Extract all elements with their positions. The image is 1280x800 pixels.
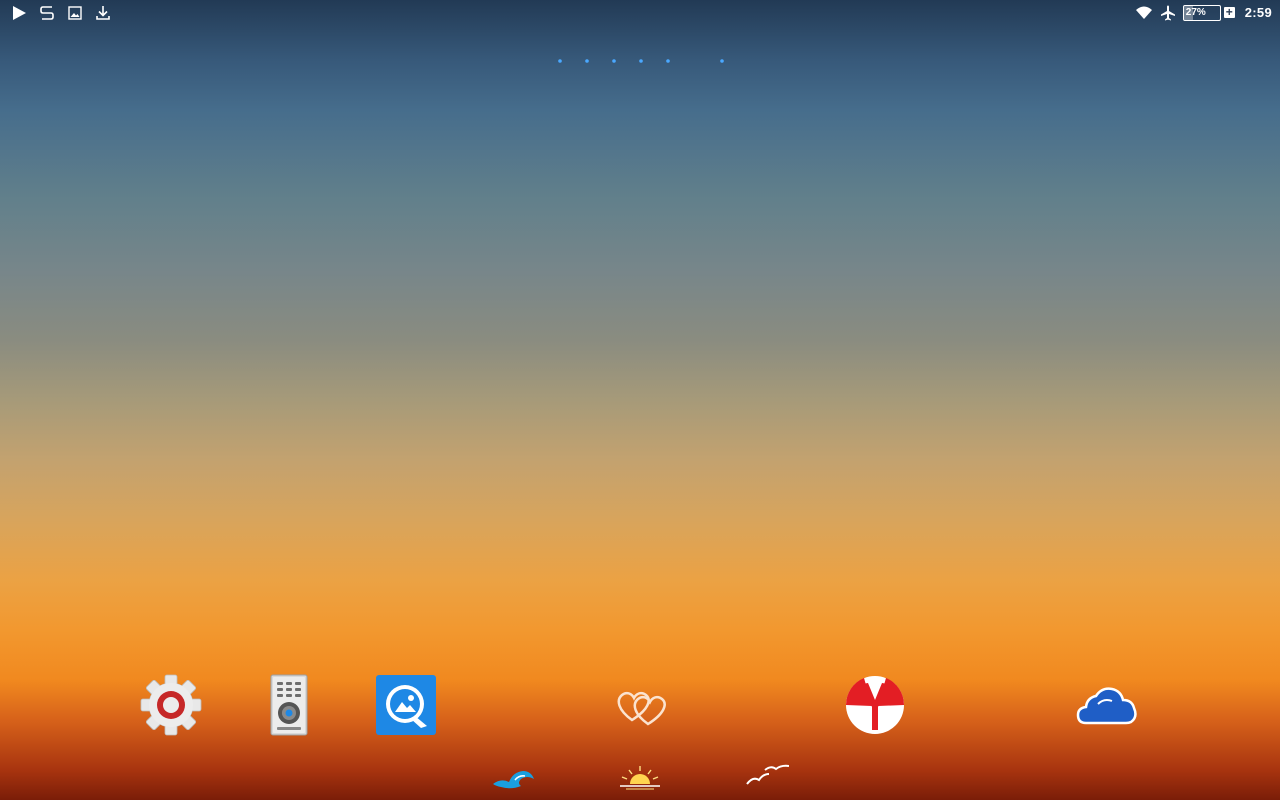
hearts-app-icon[interactable] bbox=[610, 674, 672, 736]
page-dot-7-star-icon[interactable] bbox=[718, 57, 726, 65]
charging-icon: + bbox=[1223, 5, 1235, 19]
download-icon[interactable] bbox=[94, 4, 112, 22]
battery-percent: 27% bbox=[1185, 7, 1206, 18]
status-bar: 27% + 2:59 bbox=[0, 0, 1280, 25]
s-app-icon[interactable] bbox=[38, 4, 56, 22]
page-dot-5-star-icon[interactable] bbox=[664, 57, 672, 65]
wifi-icon bbox=[1135, 4, 1153, 22]
page-dot-3-star-icon[interactable] bbox=[610, 57, 618, 65]
home-screen-apps bbox=[0, 0, 1280, 800]
clock: 2:59 bbox=[1244, 5, 1272, 20]
battery-icon: 27% bbox=[1182, 4, 1221, 21]
settings-app-icon[interactable] bbox=[140, 674, 202, 736]
notification-icons bbox=[0, 0, 112, 25]
quickpic-gallery-app-icon[interactable] bbox=[375, 674, 437, 736]
system-icons: 27% + 2:59 bbox=[1135, 0, 1280, 25]
page-indicator bbox=[550, 53, 730, 69]
wave-icon[interactable] bbox=[491, 762, 535, 792]
sunset-icon[interactable] bbox=[618, 762, 662, 792]
onedrive-cloud-app-icon[interactable] bbox=[1076, 674, 1138, 736]
gallery-icon[interactable] bbox=[66, 4, 84, 22]
page-dot-6-moon-icon[interactable] bbox=[689, 54, 701, 68]
play-store-icon[interactable] bbox=[10, 4, 28, 22]
page-dot-2-star-icon[interactable] bbox=[583, 57, 591, 65]
page-dot-4-star-icon[interactable] bbox=[637, 57, 645, 65]
remote-control-app-icon[interactable] bbox=[258, 674, 320, 736]
page-dot-1-star-icon[interactable] bbox=[556, 57, 564, 65]
airplane-icon bbox=[1159, 4, 1177, 22]
seagulls-icon[interactable] bbox=[745, 762, 790, 792]
yandex-browser-app-icon[interactable] bbox=[844, 674, 906, 736]
